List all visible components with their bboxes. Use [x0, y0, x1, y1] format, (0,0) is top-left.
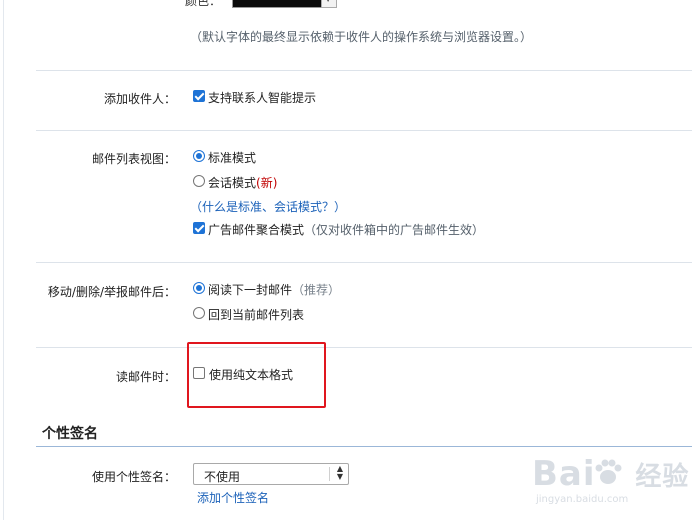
- watermark-jingyan-text: 经验: [635, 462, 690, 492]
- read-next-label[interactable]: 阅读下一封邮件（推荐）: [208, 281, 340, 298]
- ad-aggregate-checkbox[interactable]: [193, 222, 205, 234]
- ad-aggregate-text: 广告邮件聚合模式: [208, 223, 305, 237]
- font-color-dropdown[interactable]: ▼: [321, 0, 337, 8]
- smart-hint-checkbox[interactable]: [193, 90, 205, 102]
- font-note: （默认字体的最终显示依赖于收件人的操作系统与浏览器设置。）: [190, 30, 533, 44]
- smart-hint-option-label[interactable]: 支持联系人智能提示: [208, 89, 316, 106]
- conversation-mode-radio[interactable]: [193, 175, 205, 187]
- conversation-mode-text: 会话模式: [208, 176, 257, 190]
- back-to-list-label[interactable]: 回到当前邮件列表: [208, 306, 304, 323]
- separator: [36, 347, 692, 348]
- select-arrows-icon: ▲ ▼: [336, 464, 343, 481]
- signature-select-value: 不使用: [204, 470, 241, 484]
- paw-icon: [595, 459, 622, 484]
- add-recipient-label: 添加收件人：: [103, 92, 176, 106]
- back-to-list-radio[interactable]: [193, 307, 205, 319]
- font-color-swatch[interactable]: [232, 0, 322, 8]
- add-signature-link[interactable]: 添加个性签名: [197, 489, 269, 506]
- select-divider: [329, 467, 330, 481]
- watermark-main-text: Bai: [532, 454, 596, 494]
- separator: [36, 130, 692, 131]
- mode-help-link[interactable]: （什么是标准、会话模式？）: [190, 198, 346, 215]
- ad-aggregate-label[interactable]: 广告邮件聚合模式（仅对收件箱中的广告邮件生效）: [208, 221, 484, 238]
- standard-mode-radio[interactable]: [193, 150, 205, 162]
- separator: [36, 70, 692, 71]
- read-next-radio[interactable]: [193, 282, 205, 294]
- signature-select[interactable]: 不使用 ▲ ▼: [193, 463, 349, 485]
- chevron-down-icon: ▼: [325, 0, 331, 3]
- reading-label: 读邮件时：: [115, 370, 176, 384]
- conversation-mode-label[interactable]: 会话模式(新): [208, 174, 277, 191]
- font-color-label: 颜色：: [185, 0, 222, 8]
- watermark-url: jingyan.baidu.com: [536, 494, 629, 505]
- baidu-watermark: Bai 经验 jingyan.baidu.com: [532, 454, 690, 505]
- highlight-annotation-box: [187, 342, 326, 408]
- new-badge: (新): [256, 176, 278, 190]
- ad-aggregate-note: （仅对收件箱中的广告邮件生效）: [304, 223, 485, 237]
- signature-label: 使用个性签名：: [91, 470, 176, 484]
- read-next-text: 阅读下一封邮件: [208, 283, 293, 297]
- section-divider: [36, 446, 692, 447]
- separator: [36, 262, 692, 263]
- recommended-note: （推荐）: [292, 283, 341, 297]
- signature-section-title: 个性签名: [42, 426, 98, 442]
- left-border: [3, 0, 4, 520]
- after-action-label: 移动/删除/举报邮件后：: [47, 285, 176, 299]
- list-view-label: 邮件列表视图：: [91, 152, 176, 166]
- standard-mode-label[interactable]: 标准模式: [208, 149, 256, 166]
